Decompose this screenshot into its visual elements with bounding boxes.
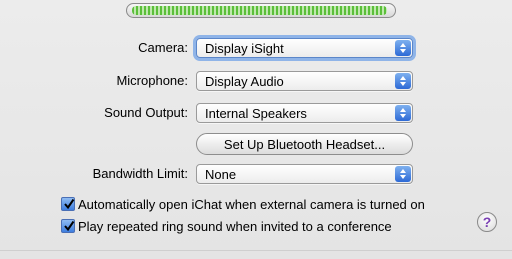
camera-label: Camera: (138, 40, 188, 55)
setup-bluetooth-headset-button[interactable]: Set Up Bluetooth Headset... (196, 133, 413, 155)
repeat-ring-option[interactable]: Play repeated ring sound when invited to… (61, 219, 392, 234)
bandwidth-limit-label: Bandwidth Limit: (92, 166, 188, 181)
popup-arrows-icon (395, 40, 411, 56)
sound-output-popup[interactable]: Internal Speakers (196, 103, 413, 123)
microphone-popup-value: Display Audio (205, 74, 284, 89)
bottom-divider (0, 250, 512, 251)
popup-arrows-icon (395, 166, 411, 182)
auto-open-ichat-option[interactable]: Automatically open iChat when external c… (61, 197, 425, 212)
help-button[interactable]: ? (477, 212, 497, 232)
setup-bluetooth-headset-label: Set Up Bluetooth Headset... (223, 137, 386, 152)
microphone-popup[interactable]: Display Audio (196, 71, 413, 91)
camera-popup-value: Display iSight (205, 41, 284, 56)
bandwidth-limit-popup[interactable]: None (196, 164, 413, 184)
audio-level-meter (126, 3, 396, 18)
auto-open-ichat-label: Automatically open iChat when external c… (78, 197, 425, 212)
repeat-ring-checkbox[interactable] (61, 219, 75, 233)
sound-output-popup-value: Internal Speakers (205, 106, 307, 121)
repeat-ring-label: Play repeated ring sound when invited to… (78, 219, 392, 234)
preferences-panel: Camera: Display iSight Microphone: Displ… (0, 0, 512, 259)
popup-arrows-icon (395, 73, 411, 89)
bandwidth-limit-popup-value: None (205, 167, 237, 182)
auto-open-ichat-checkbox[interactable] (61, 197, 75, 211)
camera-popup[interactable]: Display iSight (196, 38, 413, 58)
popup-arrows-icon (395, 105, 411, 121)
help-icon: ? (482, 214, 492, 230)
audio-level-fill (132, 6, 387, 15)
microphone-label: Microphone: (116, 73, 188, 88)
sound-output-label: Sound Output: (104, 105, 188, 120)
